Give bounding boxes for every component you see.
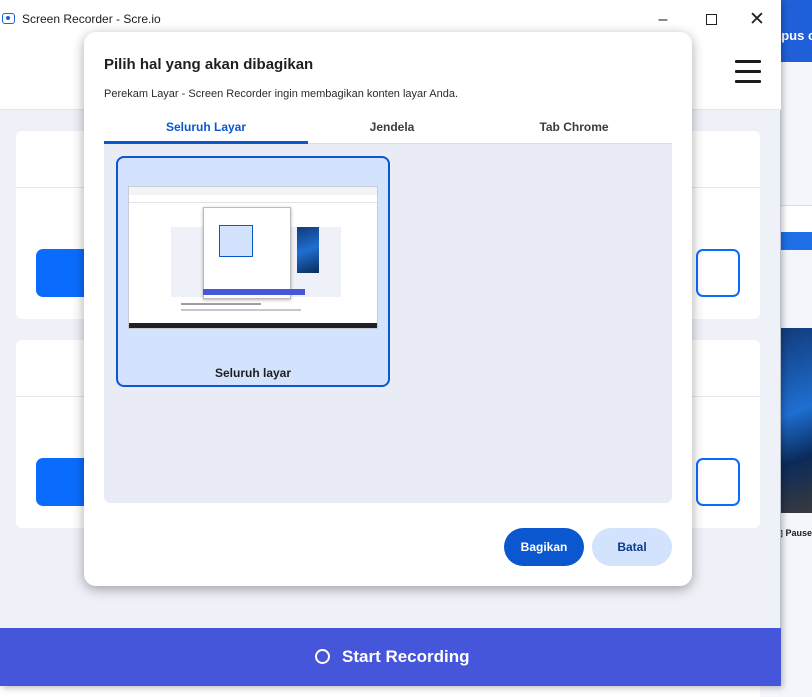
window-title: Screen Recorder - Scre.io xyxy=(22,12,161,26)
hamburger-menu-icon[interactable] xyxy=(735,60,761,84)
tab-entire-screen[interactable]: Seluruh Layar xyxy=(104,120,308,134)
screen-thumbnail xyxy=(128,186,378,329)
share-tabs: Seluruh Layar Jendela Tab Chrome xyxy=(104,116,672,144)
screen-recorder-icon xyxy=(2,13,15,24)
close-button[interactable]: ✕ xyxy=(734,6,780,34)
share-button[interactable]: Bagikan xyxy=(504,528,584,566)
background-pause-button[interactable]: ▯ Pause xyxy=(778,528,812,539)
dialog-title: Pilih hal yang akan dibagikan xyxy=(104,56,314,73)
thumbnail-taskbar xyxy=(129,323,377,328)
minimize-button[interactable]: – xyxy=(640,6,686,34)
background-video-preview xyxy=(778,328,812,513)
maximize-icon xyxy=(705,14,717,26)
share-dialog: Pilih hal yang akan dibagikan Perekam La… xyxy=(84,32,692,586)
screen-picker-panel: Seluruh layar xyxy=(104,144,672,503)
background-window-panel xyxy=(778,205,812,233)
start-recording-button[interactable]: Start Recording xyxy=(0,628,781,686)
maximize-button[interactable] xyxy=(688,6,734,34)
record-circle-icon xyxy=(315,649,330,664)
card-secondary-button[interactable] xyxy=(696,249,740,297)
screen-option-label: Seluruh layar xyxy=(214,366,292,380)
start-recording-label: Start Recording xyxy=(342,647,470,666)
tab-chrome-tab[interactable]: Tab Chrome xyxy=(476,120,672,134)
dialog-subtitle: Perekam Layar - Screen Recorder ingin me… xyxy=(104,88,459,100)
background-window-bar xyxy=(778,232,812,250)
screen-option[interactable]: Seluruh layar xyxy=(116,156,390,387)
cancel-button[interactable]: Batal xyxy=(592,528,672,566)
tab-window[interactable]: Jendela xyxy=(308,120,476,134)
card-secondary-button[interactable] xyxy=(696,458,740,506)
pause-label: Pause xyxy=(785,528,812,538)
